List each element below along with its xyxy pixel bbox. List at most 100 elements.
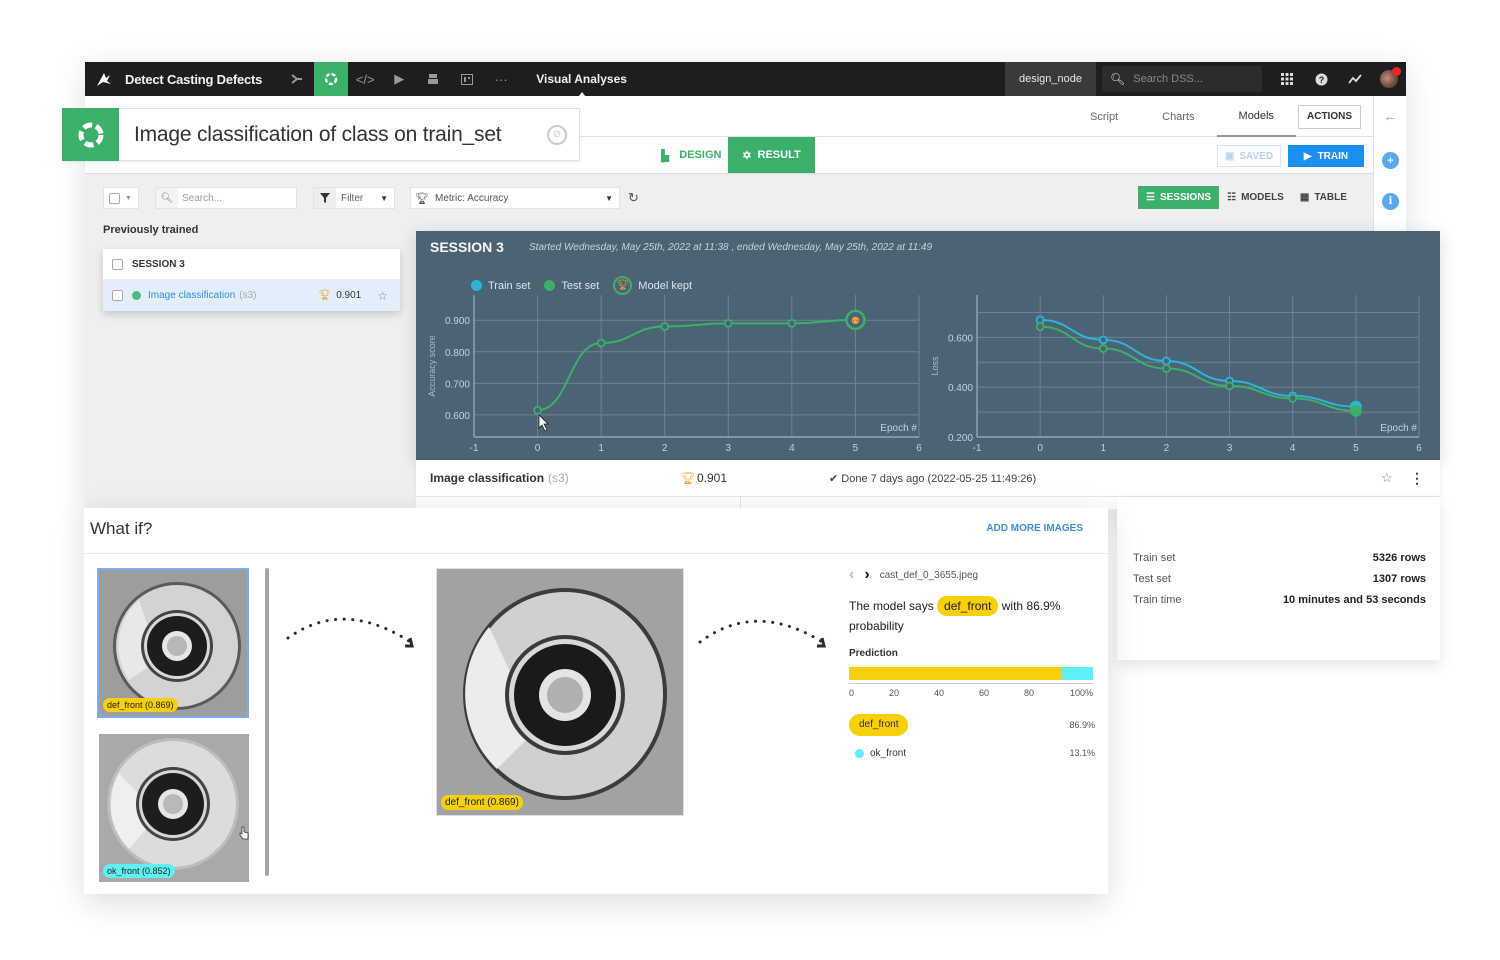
activity-trend-icon[interactable] xyxy=(1338,62,1372,96)
data-point xyxy=(596,338,606,348)
prediction-axis: 0 20 40 60 80 100% xyxy=(849,683,1093,699)
data-point xyxy=(660,322,670,331)
casting-image xyxy=(437,569,683,815)
metric-select[interactable]: 🏆︎ Metric: Accuracy ▼ xyxy=(410,187,620,209)
series-line-train-set xyxy=(1040,318,1356,408)
summary-model-name[interactable]: Image classification (s3) xyxy=(430,471,569,485)
help-icon[interactable]: ? xyxy=(1304,62,1338,96)
previously-trained-heading: Previously trained xyxy=(103,224,199,236)
x-tick-label: 0 xyxy=(535,443,541,454)
flow-icon[interactable] xyxy=(280,62,314,96)
sessions-list: SESSION 3 Image classification (s3) 🏆︎ 0… xyxy=(103,249,400,311)
class-dot xyxy=(855,748,864,758)
tab-charts[interactable]: Charts xyxy=(1140,96,1216,137)
dashboard-icon[interactable] xyxy=(450,62,484,96)
table-view-button[interactable]: ▦ TABLE xyxy=(1292,186,1355,209)
deploy-icon[interactable] xyxy=(416,62,450,96)
x-tick-label: 3 xyxy=(726,443,732,454)
tab-result[interactable]: ✡︎ RESULT xyxy=(728,137,815,173)
image-thumbnail[interactable]: ok_front (0.852) xyxy=(99,734,249,882)
image-thumbnail[interactable]: def_front (0.869) xyxy=(98,569,248,717)
saved-button[interactable]: ▣ SAVED xyxy=(1217,145,1281,167)
axis-tick: 20 xyxy=(889,688,900,698)
x-tick-label: -1 xyxy=(973,443,982,454)
model-summary-bar: Image classification (s3) 🏆︎ 0.901 ✔ Done… xyxy=(416,460,1440,497)
y-axis-label: Accuracy score xyxy=(427,335,437,397)
data-point xyxy=(1225,381,1234,391)
analysis-title[interactable]: Image classification of class on train_s… xyxy=(134,123,502,147)
training-charts: -1 0 1 2 3 4 5 6 0.600 0.700 0.800 0.900 Epoch # Accu… xyxy=(427,295,1422,454)
casting-image xyxy=(99,570,247,716)
thumbnail-scrollbar[interactable] xyxy=(265,568,269,876)
arrow-left-icon[interactable]: ← xyxy=(1382,108,1399,125)
data-point xyxy=(1288,393,1298,403)
y-tick-label: 0.700 xyxy=(445,379,470,390)
search-icon: 🔍︎ xyxy=(1110,72,1126,86)
y-tick-label: 0.400 xyxy=(948,383,973,394)
axis-tick: 100% xyxy=(1069,688,1093,698)
prediction-panel: ‹ › cast_def_0_3655.jpeg The model says … xyxy=(849,564,1095,765)
table-icon: ▦ xyxy=(1299,192,1310,203)
image-navigator: ‹ › cast_def_0_3655.jpeg xyxy=(849,564,1095,586)
refresh-icon[interactable]: ↻ xyxy=(628,190,639,206)
kebab-menu-icon[interactable]: ⋮ xyxy=(1410,470,1424,487)
info-circle-icon[interactable]: i xyxy=(1382,193,1399,210)
analysis-title-card: Image classification of class on train_s… xyxy=(62,108,580,161)
tab-design[interactable]: ▐▖ DESIGN xyxy=(641,137,737,173)
global-search-input[interactable]: 🔍︎ Search DSS... xyxy=(1102,66,1262,92)
series-line-test-set xyxy=(1040,325,1356,412)
class-probability: 86.9% xyxy=(1069,720,1095,730)
compass-icon[interactable]: ⊘ xyxy=(547,124,567,145)
data-point xyxy=(1098,344,1108,353)
y-tick-label: 0.600 xyxy=(445,411,470,422)
models-view-button[interactable]: ☷ MODELS xyxy=(1219,186,1292,209)
node-selector[interactable]: design_node xyxy=(1004,62,1096,96)
tab-script[interactable]: Script xyxy=(1068,96,1140,137)
select-all-dropdown[interactable]: ▼ xyxy=(103,187,139,209)
user-avatar[interactable] xyxy=(1372,62,1406,96)
data-point xyxy=(1035,322,1045,332)
chevron-left-icon[interactable]: ‹ xyxy=(849,566,854,584)
tab-models[interactable]: Models xyxy=(1216,96,1296,137)
data-point xyxy=(1098,335,1108,345)
dotted-arrow-icon xyxy=(698,619,826,648)
model-score: 0.901 xyxy=(336,290,362,301)
visual-analyses-link[interactable]: Visual Analyses xyxy=(536,62,627,97)
data-point xyxy=(1162,364,1171,373)
models-search-input[interactable]: 🔍︎ Search... xyxy=(155,187,297,209)
selected-image: def_front (0.869) xyxy=(436,568,684,816)
model-name-link[interactable]: Image classification xyxy=(148,290,235,301)
model-row[interactable]: Image classification (s3) 🏆︎ 0.901 ☆ xyxy=(103,280,400,311)
dataiku-bird-logo-icon[interactable] xyxy=(89,62,119,96)
more-icon[interactable]: ··· xyxy=(484,62,518,96)
lab-icon[interactable] xyxy=(314,62,349,96)
trophy-icon: ⚉ xyxy=(851,316,860,327)
hand-cursor-icon xyxy=(239,826,249,840)
select-all-checkbox[interactable] xyxy=(109,192,120,204)
apps-grid-icon[interactable] xyxy=(1270,62,1304,96)
axis-tick: 80 xyxy=(1024,688,1035,698)
sessions-view-button[interactable]: ☰ SESSIONS xyxy=(1138,186,1220,209)
star-icon[interactable]: ☆ xyxy=(1381,470,1393,486)
chevron-right-icon[interactable]: › xyxy=(864,566,869,584)
data-point xyxy=(787,319,797,328)
run-icon[interactable]: ▶ xyxy=(382,62,416,96)
session-row[interactable]: SESSION 3 xyxy=(103,249,400,280)
project-name[interactable]: Detect Casting Defects xyxy=(125,72,262,87)
x-tick-label: 1 xyxy=(1101,443,1107,454)
prediction-sentence: The model says def_front with 86.9% prob… xyxy=(849,596,1095,636)
add-circle-icon[interactable]: + xyxy=(1382,152,1399,169)
funnel-icon xyxy=(314,188,336,208)
bar-segment-def-front xyxy=(849,667,1062,680)
session-checkbox[interactable] xyxy=(112,258,123,270)
train-button[interactable]: ▶ TRAIN xyxy=(1288,145,1364,167)
actions-button[interactable]: ACTIONS xyxy=(1298,104,1361,129)
dotted-arrow-icon xyxy=(286,617,414,648)
model-checkbox[interactable] xyxy=(112,290,123,301)
lab-icon xyxy=(62,108,119,161)
code-icon[interactable]: </> xyxy=(348,62,382,96)
filter-dropdown[interactable]: Filter ▼ xyxy=(313,187,395,209)
add-more-images-button[interactable]: ADD MORE IMAGES xyxy=(986,523,1083,534)
star-icon[interactable]: ☆ xyxy=(377,289,388,303)
x-tick-label: 3 xyxy=(1227,443,1233,454)
